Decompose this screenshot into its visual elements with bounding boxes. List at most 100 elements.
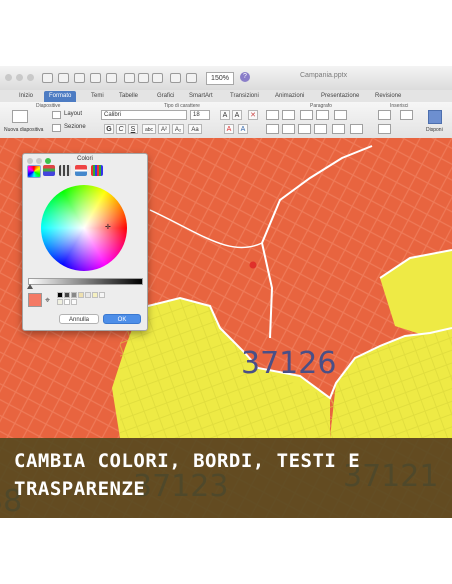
zoom-window-button[interactable] [27, 74, 34, 81]
subscript-button[interactable]: A₂ [172, 124, 184, 134]
arrange-icon[interactable] [428, 110, 442, 124]
color-wheel-icon[interactable] [27, 165, 41, 178]
swatch[interactable] [92, 292, 98, 298]
shape-icon[interactable] [378, 110, 391, 120]
picture-icon[interactable] [400, 110, 413, 120]
layout-icon [52, 111, 61, 119]
color-wheel[interactable] [41, 185, 127, 271]
image-palettes-icon[interactable] [75, 165, 87, 176]
color-mode-bar [27, 165, 143, 178]
caption-banner: CAMBIA COLORI, BORDI, TESTI E TRASPARENZ… [0, 438, 452, 518]
group-label-paragraph: Paragrafo [310, 103, 332, 109]
text-direction-icon[interactable] [350, 124, 363, 134]
tab-grafici[interactable]: Grafici [152, 91, 179, 102]
justify-icon[interactable] [314, 124, 327, 134]
brightness-knob[interactable] [27, 284, 33, 289]
swatch[interactable] [71, 292, 77, 298]
undo-icon[interactable] [170, 73, 181, 83]
group-label-insert: Inserisci [390, 103, 409, 109]
print-icon[interactable] [106, 73, 117, 83]
caption-line-1: CAMBIA COLORI, BORDI, TESTI E [14, 450, 361, 472]
color-palettes-icon[interactable] [59, 165, 71, 176]
textbox-icon[interactable] [378, 124, 391, 134]
change-case-button[interactable]: Aa [188, 124, 202, 134]
swatch[interactable] [64, 299, 70, 305]
font-name-select[interactable]: Calibri [101, 110, 187, 120]
shrink-font-button[interactable]: A [232, 110, 242, 120]
decrease-indent-icon[interactable] [300, 110, 313, 120]
current-color-swatch[interactable] [28, 293, 42, 307]
tab-formato[interactable]: Formato [44, 91, 77, 102]
clear-format-icon[interactable]: ✕ [248, 110, 258, 120]
underline-button[interactable]: S [128, 124, 138, 134]
open-file-icon[interactable] [74, 73, 85, 83]
brightness-slider[interactable] [28, 278, 143, 285]
section-button[interactable]: Sezione [64, 124, 86, 130]
tab-tabelle[interactable]: Tabelle [114, 91, 143, 102]
align-left-icon[interactable] [266, 124, 279, 134]
bullets-icon[interactable] [266, 110, 279, 120]
strikethrough-button[interactable]: abc [142, 124, 156, 134]
increase-indent-icon[interactable] [316, 110, 329, 120]
home-icon[interactable] [42, 73, 53, 83]
ok-button[interactable]: OK [103, 314, 141, 324]
new-file-icon[interactable] [58, 73, 69, 83]
tab-temi[interactable]: Temi [86, 91, 109, 102]
eyedropper-icon[interactable]: ⌖ [45, 295, 50, 306]
new-slide-button[interactable]: Nuova diapositiva [4, 127, 43, 133]
columns-icon[interactable] [332, 124, 345, 134]
crayons-icon[interactable] [91, 165, 103, 176]
swatch[interactable] [99, 292, 105, 298]
swatch[interactable] [71, 299, 77, 305]
align-center-icon[interactable] [282, 124, 295, 134]
tab-revisione[interactable]: Revisione [370, 91, 406, 102]
swatch[interactable] [57, 299, 63, 305]
group-label-slides: Diapositive [36, 103, 61, 109]
dialog-title: Colori [77, 156, 93, 162]
swatch[interactable] [57, 292, 63, 298]
map-marker [249, 261, 257, 269]
new-slide-icon[interactable] [12, 110, 28, 123]
window-titlebar: 150% ? Campania.pptx [0, 66, 452, 91]
superscript-button[interactable]: A² [158, 124, 170, 134]
tab-animazioni[interactable]: Animazioni [270, 91, 309, 102]
tab-inizio[interactable]: Inizio [14, 91, 38, 102]
help-icon[interactable]: ? [240, 72, 250, 82]
swatch[interactable] [78, 292, 84, 298]
group-label-font: Tipo di carattere [164, 103, 200, 109]
paste-icon[interactable] [152, 73, 163, 83]
grow-font-button[interactable]: A [220, 110, 230, 120]
caption-line-2: TRASPARENZE [14, 478, 146, 500]
tab-smartart[interactable]: SmartArt [184, 91, 218, 102]
line-spacing-icon[interactable] [334, 110, 347, 120]
screenshot-frame: 150% ? Campania.pptx Inizio Formato Temi… [0, 66, 452, 518]
font-color-button[interactable]: A [224, 124, 234, 134]
numbering-icon[interactable] [282, 110, 295, 120]
close-window-button[interactable] [5, 74, 12, 81]
bold-button[interactable]: G [104, 124, 114, 134]
document-title: Campania.pptx [300, 72, 348, 79]
zip-label-37126: 37126 [241, 346, 337, 381]
layout-button[interactable]: Layout [64, 111, 82, 117]
section-icon [52, 124, 61, 132]
copy-icon[interactable] [138, 73, 149, 83]
cut-icon[interactable] [124, 73, 135, 83]
tab-transizioni[interactable]: Transizioni [225, 91, 264, 102]
minimize-window-button[interactable] [16, 74, 23, 81]
italic-button[interactable]: C [116, 124, 126, 134]
swatch[interactable] [85, 292, 91, 298]
align-right-icon[interactable] [298, 124, 311, 134]
colors-dialog: Colori ✛ ⌖ Annulla OK [22, 153, 148, 331]
zoom-field[interactable]: 150% [206, 72, 234, 85]
tab-presentazione[interactable]: Presentazione [316, 91, 364, 102]
save-icon[interactable] [90, 73, 101, 83]
arrange-button[interactable]: Disponi [426, 127, 443, 133]
crosshair-icon[interactable]: ✛ [105, 223, 111, 231]
ribbon: Diapositive Tipo di carattere Paragrafo … [0, 102, 452, 139]
cancel-button[interactable]: Annulla [59, 314, 99, 324]
font-size-select[interactable]: 18 [190, 110, 210, 120]
color-sliders-icon[interactable] [43, 165, 55, 176]
swatch[interactable] [64, 292, 70, 298]
text-effect-button[interactable]: A [238, 124, 248, 134]
redo-icon[interactable] [186, 73, 197, 83]
